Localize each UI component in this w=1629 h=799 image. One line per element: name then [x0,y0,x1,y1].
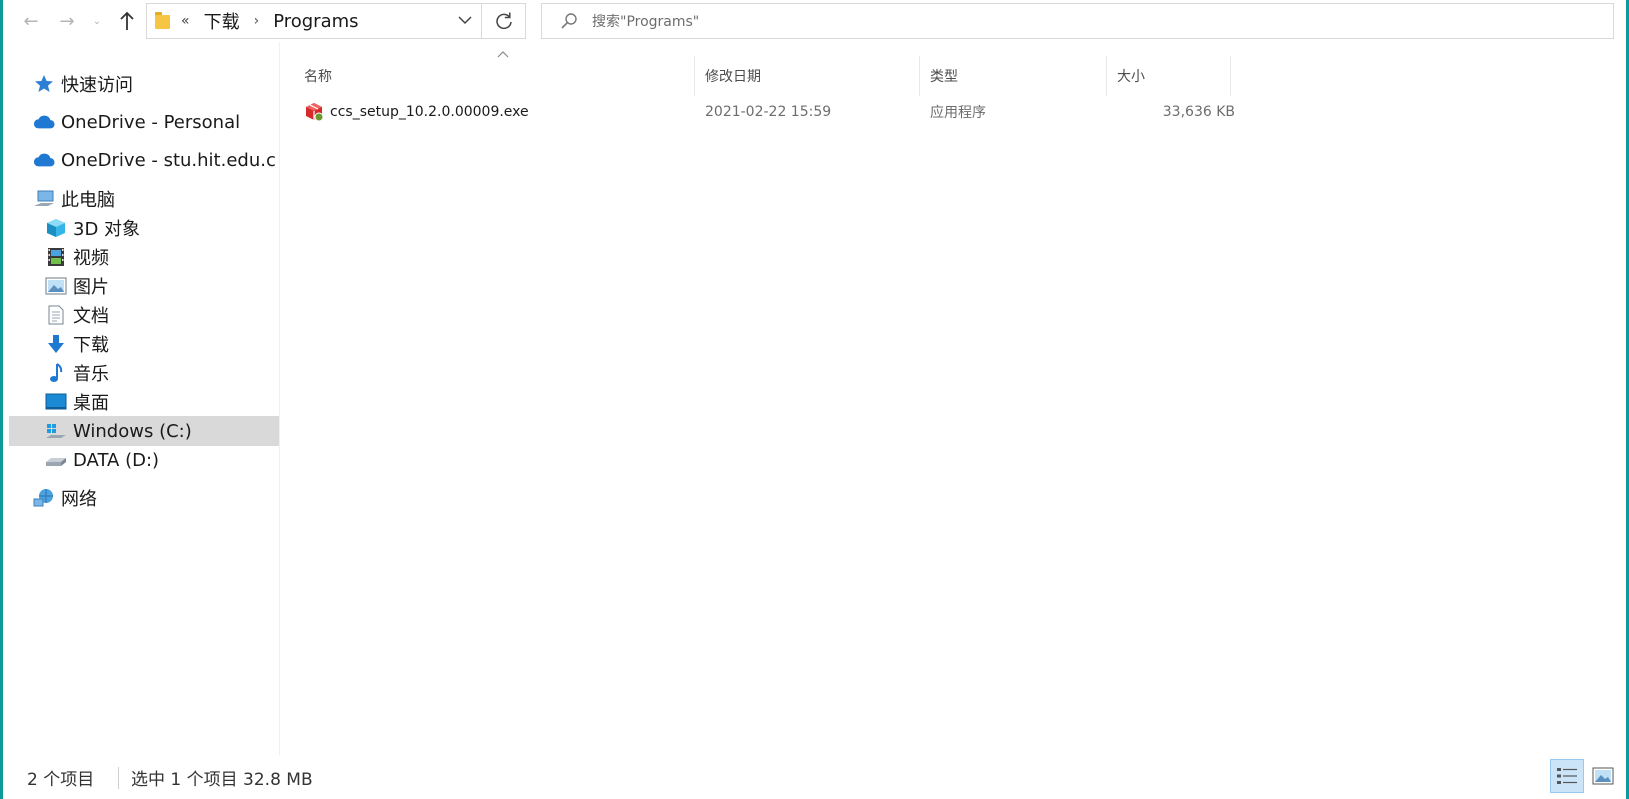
chevron-down-icon: ⌄ [92,15,102,27]
sort-ascending-icon [497,44,509,58]
selection-info: 选中 1 个项目 32.8 MB [131,770,313,790]
back-button[interactable]: ← [17,8,45,34]
picture-icon [45,275,67,297]
computer-icon [33,188,55,210]
document-icon [45,304,67,326]
column-header-date-modified[interactable]: 修改日期 [695,56,920,96]
large-icons-view-button[interactable] [1586,759,1620,793]
item-count: 2 个项目 [27,770,95,790]
nav-item-label: 图片 [73,277,109,298]
nav-item-pictures[interactable]: 图片 [45,271,109,301]
nav-item-label: 下载 [73,335,109,356]
nav-item-this-pc[interactable]: 此电脑 [33,184,115,214]
refresh-button[interactable] [482,3,526,39]
navigation-pane: 快速访问 OneDrive - Personal OneDrive - stu.… [3,42,280,755]
status-divider [118,767,119,789]
cloud-icon [33,111,55,133]
star-icon [33,73,55,95]
nav-item-label: 快速访问 [61,75,133,96]
breadcrumb-separator-icon[interactable]: › [254,13,260,29]
chevron-down-icon [458,16,472,25]
nav-item-label: 音乐 [73,364,109,385]
nav-item-onedrive-personal[interactable]: OneDrive - Personal [33,107,240,137]
nav-item-label: 网络 [61,489,97,510]
column-header-type[interactable]: 类型 [920,56,1107,96]
details-view-button[interactable] [1550,759,1584,793]
address-history-dropdown[interactable] [457,12,473,28]
file-type: 应用程序 [930,105,986,121]
refresh-icon [495,12,512,30]
nav-item-quick-access[interactable]: 快速访问 [33,69,133,99]
hard-drive-icon [45,449,67,471]
arrow-left-icon: ← [23,10,39,32]
nav-item-onedrive-school[interactable]: OneDrive - stu.hit.edu.c [33,145,276,175]
nav-item-documents[interactable]: 文档 [45,300,109,330]
breadcrumb-programs[interactable]: Programs [273,11,358,32]
nav-item-3d-objects[interactable]: 3D 对象 [45,213,140,243]
file-name: ccs_setup_10.2.0.00009.exe [330,104,529,120]
address-bar[interactable]: « 下载 › Programs [146,3,482,39]
column-header-name[interactable]: 名称 [294,56,695,96]
file-name-cell: ccs_setup_10.2.0.00009.exe [304,96,529,128]
folder-icon [155,12,171,30]
nav-item-drive-d[interactable]: DATA (D:) [45,445,159,475]
recent-locations-button[interactable]: ⌄ [89,8,105,34]
details-view-icon [1557,768,1577,784]
nav-item-music[interactable]: 音乐 [45,358,109,388]
nav-item-label: OneDrive - Personal [61,111,241,133]
nav-item-label: 3D 对象 [73,219,141,240]
status-bar: 2 个项目 选中 1 个项目 32.8 MB [3,755,1626,799]
nav-item-label: 文档 [73,306,109,327]
column-header-size[interactable]: 大小 [1107,56,1231,96]
search-icon [561,13,577,29]
search-input[interactable]: 搜索"Programs" [541,3,1614,39]
nav-item-desktop[interactable]: 桌面 [45,387,109,417]
search-placeholder: 搜索"Programs" [592,14,700,30]
arrow-up-icon [120,11,134,30]
up-button[interactable] [113,8,141,34]
installer-package-icon [306,103,324,122]
nav-item-label: 视频 [73,248,109,269]
nav-item-network[interactable]: 网络 [33,483,97,513]
file-date: 2021-02-22 15:59 [705,104,832,120]
network-icon [33,487,55,509]
download-arrow-icon [45,333,67,355]
film-strip-icon [45,246,67,268]
nav-item-label: DATA (D:) [73,449,160,471]
arrow-right-icon: → [59,10,75,32]
file-list: 名称 修改日期 类型 大小 ccs_setup_10.2.0.00009.exe… [280,42,1626,755]
cube-icon [45,217,67,239]
nav-item-label: 此电脑 [61,190,115,211]
nav-item-drive-c[interactable]: Windows (C:) [9,416,279,446]
nav-item-label: OneDrive - stu.hit.edu.c [61,149,276,171]
nav-item-videos[interactable]: 视频 [45,242,109,272]
file-size: 33,636 KB [1162,104,1235,120]
breadcrumb-downloads[interactable]: 下载 [204,8,240,34]
forward-button[interactable]: → [53,8,81,34]
cloud-icon [33,149,55,171]
nav-item-downloads[interactable]: 下载 [45,329,109,359]
address-overflow-button[interactable]: « [181,13,190,29]
nav-item-label: 桌面 [73,393,109,414]
music-note-icon [45,362,67,384]
navigation-bar: ← → ⌄ « 下载 › Programs 搜索"Programs" [3,0,1626,42]
nav-item-label: Windows (C:) [73,420,192,442]
large-icons-view-icon [1592,767,1614,785]
desktop-icon [45,391,67,413]
file-row[interactable]: ccs_setup_10.2.0.00009.exe 2021-02-22 15… [294,96,1235,128]
windows-drive-icon [45,420,67,442]
